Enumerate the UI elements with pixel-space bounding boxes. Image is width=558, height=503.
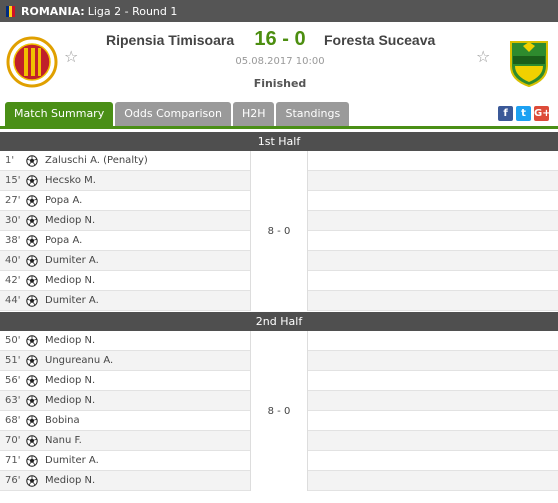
tab-odds-comparison[interactable]: Odds Comparison [115,102,231,126]
soccer-ball-icon [26,154,40,167]
goal-minute: 76' [5,475,21,486]
goal-scorer[interactable]: Mediop N. [40,215,95,226]
tab-h2h[interactable]: H2H [232,102,275,126]
goal-minute: 15' [5,175,21,186]
goal-minute: 70' [5,435,21,446]
soccer-ball-icon [26,434,40,447]
soccer-ball-icon [26,474,40,487]
home-favorite-star-icon[interactable]: ☆ [64,47,78,66]
goal-minute: 38' [5,235,21,246]
goal-minute: 63' [5,395,21,406]
goal-scorer[interactable]: Mediop N. [40,395,95,406]
home-team-logo-icon[interactable] [6,36,58,88]
goal-minute: 51' [5,355,21,366]
home-team-name[interactable]: Ripensia Timisoara [106,32,234,48]
final-score: 16 - 0 [254,28,306,50]
social-share: f t G+ [498,106,552,121]
facebook-icon[interactable]: f [498,106,513,121]
goal-scorer[interactable]: Popa A. [40,235,82,246]
tab-standings[interactable]: Standings [276,102,350,126]
soccer-ball-icon [26,374,40,387]
match-datetime: 05.08.2017 10:00 [235,56,325,67]
goal-minute: 56' [5,375,21,386]
first-half-score: 8 - 0 [250,151,308,311]
goal-minute: 68' [5,415,21,426]
match-header: ☆ Ripensia Timisoara 16 - 0 Foresta Suce… [0,22,558,100]
goal-minute: 27' [5,195,21,206]
soccer-ball-icon [26,234,40,247]
goal-scorer[interactable]: Dumiter A. [40,255,99,266]
goal-minute: 42' [5,275,21,286]
goal-minute: 71' [5,455,21,466]
soccer-ball-icon [26,254,40,267]
soccer-ball-icon [26,414,40,427]
goal-scorer[interactable]: Mediop N. [40,375,95,386]
away-favorite-star-icon[interactable]: ☆ [476,47,490,66]
goal-minute: 40' [5,255,21,266]
second-half-score: 8 - 0 [250,331,308,491]
match-status: Finished [253,77,307,90]
soccer-ball-icon [26,214,40,227]
soccer-ball-icon [26,174,40,187]
soccer-ball-icon [26,394,40,407]
away-team-name[interactable]: Foresta Suceava [324,32,435,48]
goal-scorer[interactable]: Popa A. [40,195,82,206]
google-plus-icon[interactable]: G+ [534,106,551,121]
tab-bar: Match Summary Odds Comparison H2H Standi… [5,102,351,126]
second-half-header: 2nd Half [0,312,558,331]
soccer-ball-icon [26,454,40,467]
soccer-ball-icon [26,294,40,307]
goal-scorer[interactable]: Dumiter A. [40,295,99,306]
goal-scorer[interactable]: Mediop N. [40,475,95,486]
soccer-ball-icon [26,274,40,287]
goal-minute: 1' [5,155,15,166]
tab-match-summary[interactable]: Match Summary [5,102,114,126]
goal-minute: 44' [5,295,21,306]
goal-scorer[interactable]: Mediop N. [40,275,95,286]
romania-flag-icon [6,5,15,17]
goal-scorer[interactable]: Dumiter A. [40,455,99,466]
country-label[interactable]: ROMANIA: [21,5,85,18]
first-half-header: 1st Half [0,132,558,151]
goal-minute: 50' [5,335,21,346]
league-label[interactable]: Liga 2 - Round 1 [88,5,178,18]
goal-scorer[interactable]: Bobina [40,415,80,426]
away-team-logo-icon[interactable] [503,36,555,88]
soccer-ball-icon [26,334,40,347]
goal-scorer[interactable]: Nanu F. [40,435,82,446]
soccer-ball-icon [26,194,40,207]
twitter-icon[interactable]: t [516,106,531,121]
goal-scorer[interactable]: Ungureanu A. [40,355,113,366]
top-bar: ROMANIA: Liga 2 - Round 1 [0,0,558,22]
goal-scorer[interactable]: Hecsko M. [40,175,96,186]
goal-scorer[interactable]: Mediop N. [40,335,95,346]
goal-minute: 30' [5,215,21,226]
tab-underline [0,126,558,129]
goal-scorer[interactable]: Zaluschi A. (Penalty) [40,155,148,166]
soccer-ball-icon [26,354,40,367]
